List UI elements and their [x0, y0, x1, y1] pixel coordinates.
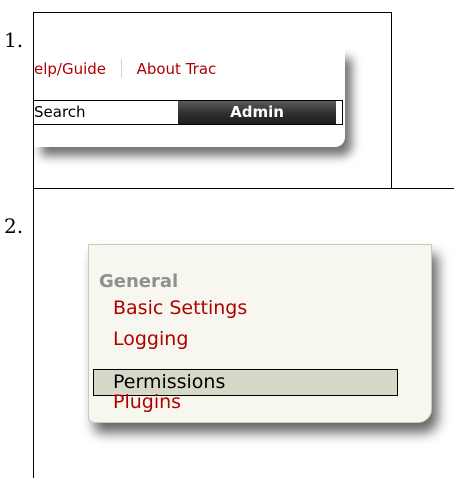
metanav: elp/Guide About Trac [34, 59, 216, 78]
trac-header-panel: elp/Guide About Trac Search Admin [34, 49, 345, 147]
admin-menu-panel: General Basic Settings Logging Permissio… [88, 244, 432, 423]
metanav-separator [120, 59, 122, 78]
table-rule-right-1 [391, 12, 392, 189]
step2-screenshot: General Basic Settings Logging Permissio… [43, 200, 454, 478]
category-general: General [99, 271, 179, 292]
menu-item-permissions-label: Permissions [113, 371, 226, 393]
step-number-1: 1. [4, 28, 24, 52]
step-number-2: 2. [4, 214, 24, 238]
menu-item-basic-settings[interactable]: Basic Settings [113, 297, 247, 319]
menu-item-logging[interactable]: Logging [113, 328, 188, 350]
admin-tab[interactable]: Admin [178, 101, 336, 124]
mainnav: Search Admin [34, 100, 343, 125]
table-rule-middle [34, 188, 454, 189]
about-trac-link[interactable]: About Trac [137, 60, 217, 78]
step1-screenshot: elp/Guide About Trac Search Admin [34, 13, 391, 188]
menu-item-plugins[interactable]: Plugins [113, 391, 181, 413]
help-guide-link[interactable]: elp/Guide [34, 60, 106, 78]
search-tab[interactable]: Search [34, 101, 178, 124]
